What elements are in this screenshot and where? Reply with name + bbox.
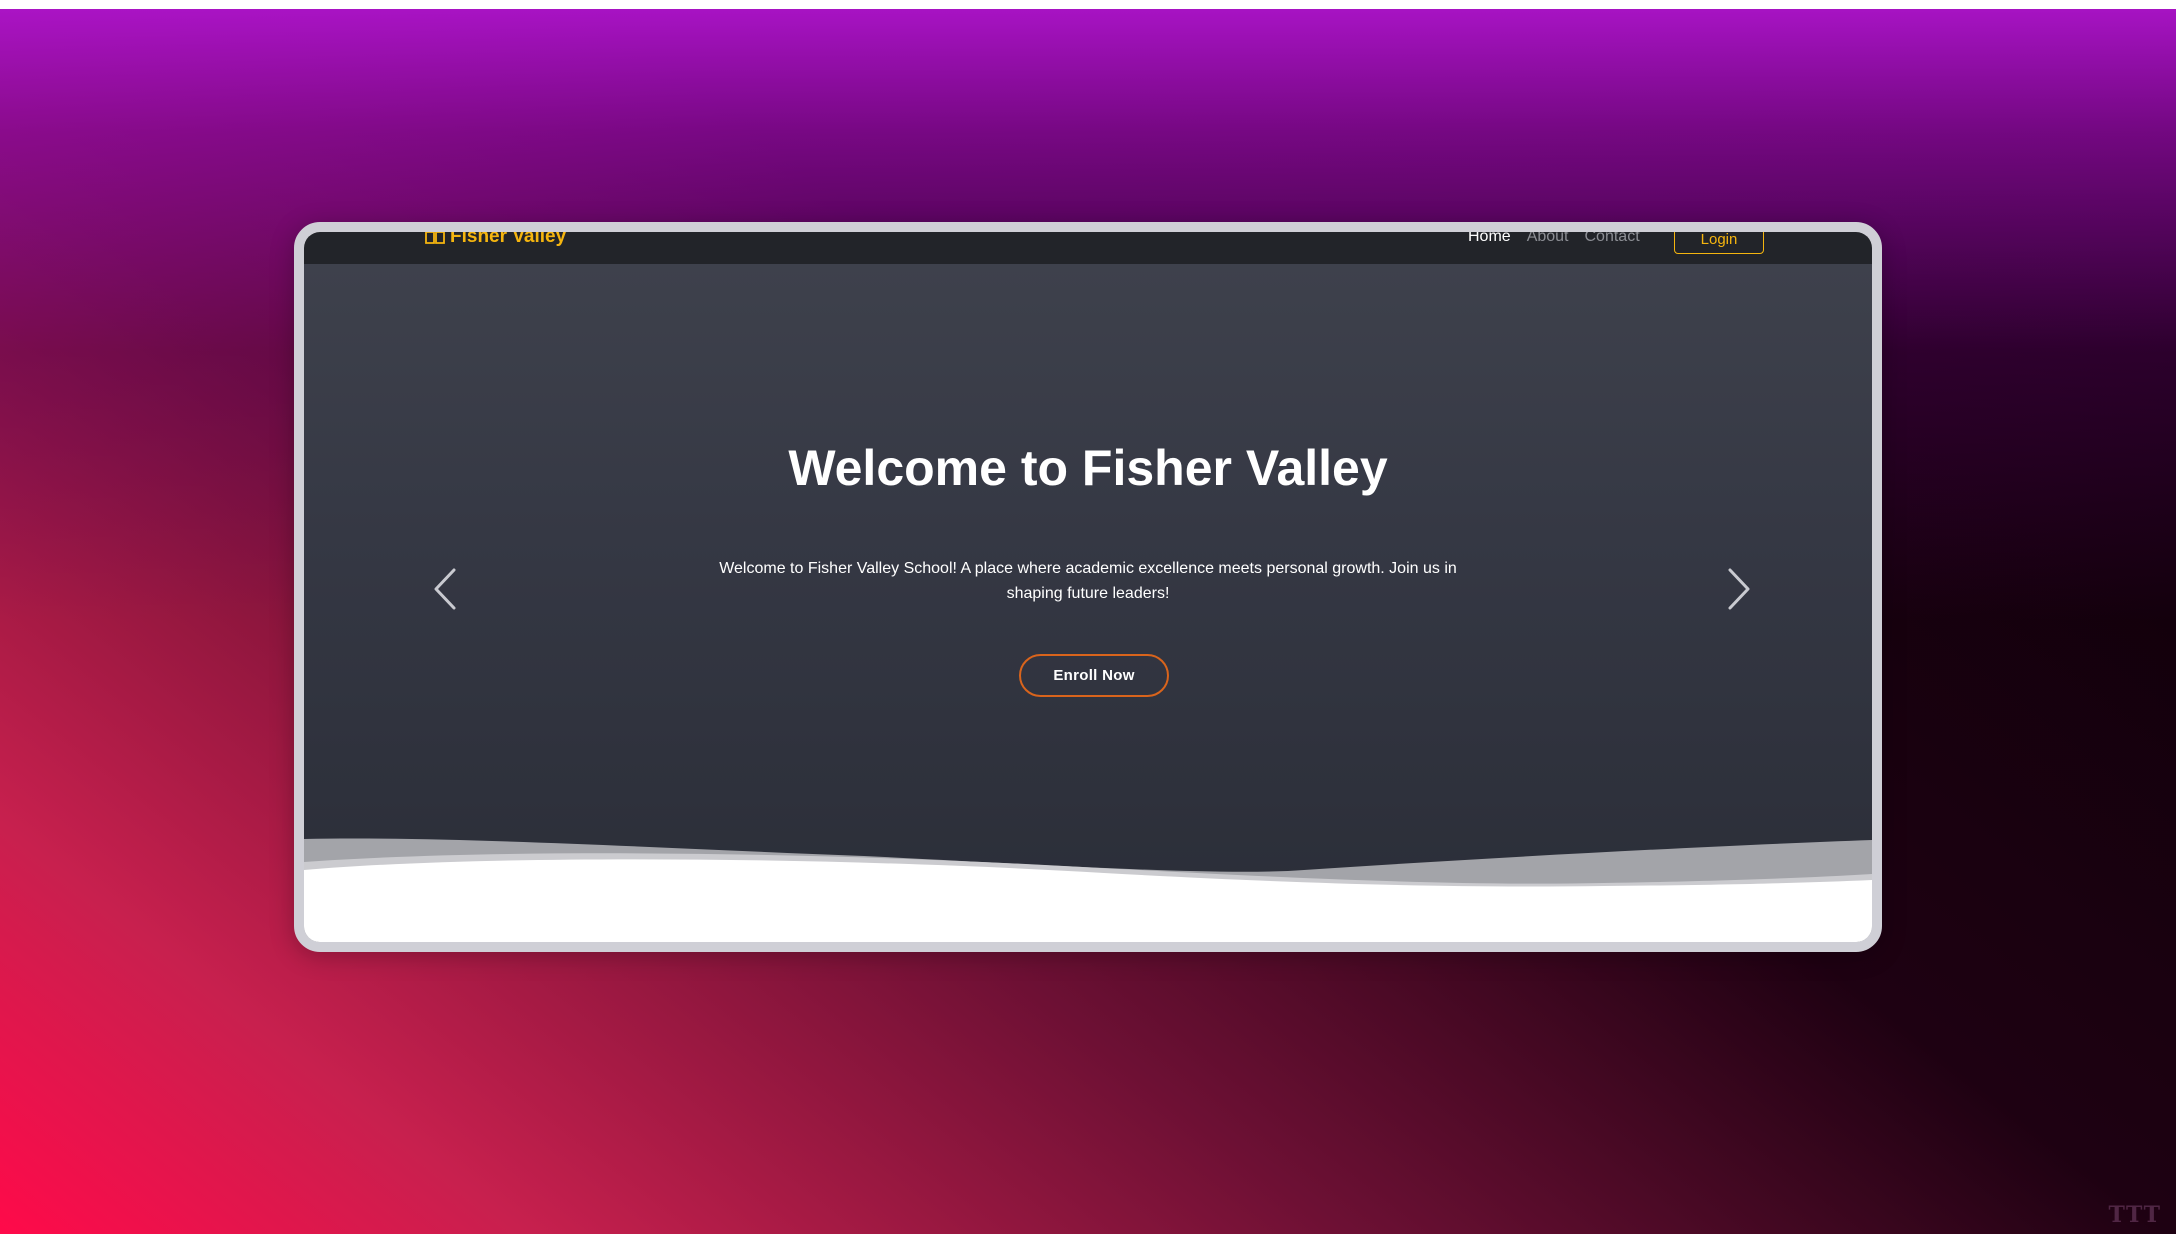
chevron-left-icon <box>430 564 460 614</box>
brand-name: Fisher Valley <box>450 232 567 247</box>
device-frame: Fisher Valley Home About Contact Login W… <box>294 222 1882 952</box>
hero-title: Welcome to Fisher Valley <box>788 440 1388 496</box>
book-icon <box>424 232 446 245</box>
brand-link[interactable]: Fisher Valley <box>424 232 566 246</box>
nav-link-about[interactable]: About <box>1527 232 1569 246</box>
navbar: Fisher Valley Home About Contact Login <box>304 232 1872 264</box>
chevron-right-icon <box>1724 564 1754 614</box>
website-screen: Fisher Valley Home About Contact Login W… <box>304 232 1872 942</box>
login-button[interactable]: Login <box>1674 232 1764 254</box>
hero-description: Welcome to Fisher Valley School! A place… <box>719 560 1457 602</box>
watermark: TTT <box>2108 1202 2162 1228</box>
nav-links: Home About Contact <box>1468 232 1640 246</box>
carousel-prev-button[interactable] <box>430 564 460 614</box>
hero-wave-divider <box>304 838 1872 942</box>
nav-link-contact[interactable]: Contact <box>1585 232 1640 246</box>
carousel-next-button[interactable] <box>1724 564 1754 614</box>
nav-link-home[interactable]: Home <box>1468 232 1511 246</box>
enroll-now-button[interactable]: Enroll Now <box>1019 654 1169 697</box>
